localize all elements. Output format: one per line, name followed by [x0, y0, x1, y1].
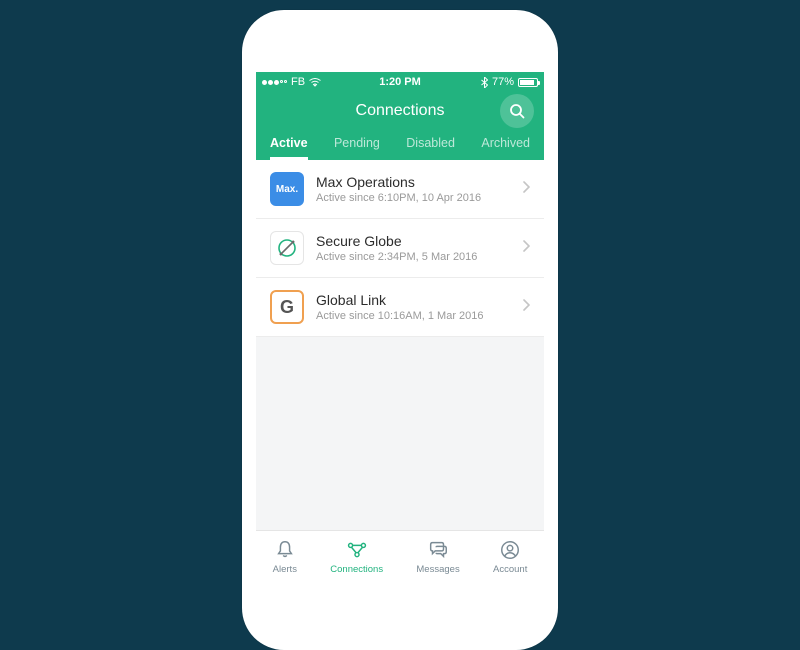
battery-icon	[518, 78, 538, 87]
connection-row[interactable]: G Global Link Active since 10:16AM, 1 Ma…	[256, 278, 544, 337]
tab-pending[interactable]: Pending	[334, 130, 380, 160]
connection-title: Global Link	[316, 292, 484, 308]
account-icon	[499, 539, 521, 561]
search-button[interactable]	[500, 94, 534, 128]
connection-avatar-g: G	[270, 290, 304, 324]
connection-subtitle: Active since 2:34PM, 5 Mar 2016	[316, 251, 477, 263]
nav-alerts[interactable]: Alerts	[273, 539, 297, 575]
connection-info: Global Link Active since 10:16AM, 1 Mar …	[316, 292, 484, 322]
nav-messages[interactable]: Messages	[416, 539, 459, 575]
connection-subtitle: Active since 10:16AM, 1 Mar 2016	[316, 310, 484, 322]
nav-label: Account	[493, 564, 527, 575]
nav-label: Messages	[416, 564, 459, 575]
connection-avatar-globe	[270, 231, 304, 265]
tabs: Active Pending Disabled Archived	[256, 130, 544, 160]
tab-active[interactable]: Active	[270, 130, 308, 160]
connection-info: Secure Globe Active since 2:34PM, 5 Mar …	[316, 233, 477, 263]
content-spacer	[256, 337, 544, 530]
globe-icon	[275, 236, 299, 260]
bell-icon	[274, 539, 296, 561]
search-icon	[509, 103, 525, 119]
chevron-right-icon	[522, 180, 530, 198]
connection-title: Max Operations	[316, 174, 481, 190]
screen: FB 1:20 PM 77% Connections Active Pendin…	[256, 72, 544, 582]
connection-subtitle: Active since 6:10PM, 10 Apr 2016	[316, 192, 481, 204]
nav-label: Alerts	[273, 564, 297, 575]
connections-list: Max. Max Operations Active since 6:10PM,…	[256, 160, 544, 337]
nav-account[interactable]: Account	[493, 539, 527, 575]
bottom-nav: Alerts Connections Messages Account	[256, 530, 544, 582]
chevron-right-icon	[522, 298, 530, 316]
tab-disabled[interactable]: Disabled	[406, 130, 455, 160]
connection-row[interactable]: Secure Globe Active since 2:34PM, 5 Mar …	[256, 219, 544, 278]
status-bar: FB 1:20 PM 77%	[256, 72, 544, 92]
connection-row[interactable]: Max. Max Operations Active since 6:10PM,…	[256, 160, 544, 219]
nav-label: Connections	[330, 564, 383, 575]
nav-connections[interactable]: Connections	[330, 539, 383, 575]
messages-icon	[427, 539, 449, 561]
tab-archived[interactable]: Archived	[481, 130, 530, 160]
header: Connections Active Pending Disabled Arch…	[256, 92, 544, 160]
phone-frame: FB 1:20 PM 77% Connections Active Pendin…	[242, 10, 558, 650]
connections-icon	[346, 539, 368, 561]
status-time: 1:20 PM	[256, 76, 544, 88]
connection-title: Secure Globe	[316, 233, 477, 249]
connection-avatar-max: Max.	[270, 172, 304, 206]
chevron-right-icon	[522, 239, 530, 257]
connection-info: Max Operations Active since 6:10PM, 10 A…	[316, 174, 481, 204]
